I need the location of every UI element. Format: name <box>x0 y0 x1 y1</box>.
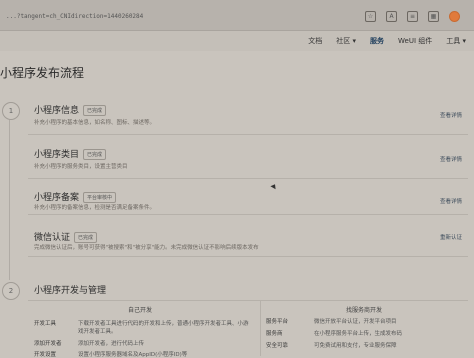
column-divider <box>260 301 261 356</box>
card-title: 微信认证 <box>34 233 71 243</box>
row-label: 开发设置 <box>34 352 57 358</box>
nav-tools[interactable]: 工具 ▾ <box>446 36 466 46</box>
card-desc: 完成微信认证后，账号可获得"被搜索"和"被分享"能力。未完成微信认证不影响后续版… <box>34 245 259 251</box>
star-icon[interactable]: ☆ <box>365 11 376 22</box>
card-title: 小程序类目 <box>34 150 80 160</box>
status-badge: 已完成 <box>83 105 107 116</box>
card-title: 小程序备案 <box>34 193 80 203</box>
card-wechat-verify: 微信认证 已完成 完成微信认证后，账号可获得"被搜索"和"被分享"能力。未完成微信… <box>28 222 468 257</box>
step-number-1: 1 <box>2 102 20 120</box>
row-text: 可免费试用和支付，专业服务保障 <box>314 343 397 349</box>
card-category: 小程序类目 已完成 补充小程序的服务类目，设置主营类目 查看详情 <box>28 140 468 179</box>
top-nav: 文档 社区 ▾ 服务 WeUI 组件 工具 ▾ <box>308 36 466 46</box>
step-number-2: 2 <box>2 282 20 300</box>
status-badge: 平台审核中 <box>83 192 117 203</box>
card-desc: 补充小程序的备案信息，检测是否满足备案条件。 <box>34 205 156 211</box>
nav-community[interactable]: 社区 ▾ <box>336 36 356 46</box>
view-details-link[interactable]: 查看详情 <box>440 155 462 163</box>
row-text: 微信开放平台认证，开发平台项目 <box>314 319 397 325</box>
row-text: 添加开发者，进行代码上传 <box>78 341 145 347</box>
row-label: 开发工具 <box>34 321 57 327</box>
row-label: 服务商 <box>266 331 283 337</box>
re-verify-link[interactable]: 重新认证 <box>440 233 462 241</box>
vendor-develop-heading: 找服务商开发 <box>346 307 383 314</box>
row-text: 设置小程序服务器域名及AppID(小程序ID)等 <box>78 352 188 358</box>
card-desc: 补充小程序的服务类目，设置主营类目 <box>34 164 128 170</box>
card-title: 小程序信息 <box>34 106 80 116</box>
status-badge: 已完成 <box>74 232 98 243</box>
row-label: 服务平台 <box>266 319 289 325</box>
step-connector <box>9 120 10 280</box>
card-miniprogram-info: 小程序信息 已完成 补充小程序的基本信息，如名称、图标、描述等。 查看详情 <box>28 96 468 135</box>
nav-docs[interactable]: 文档 <box>308 36 322 46</box>
page-title: 小程序发布流程 <box>0 66 85 80</box>
row-text: 下载开发者工具进行代码的开发和上传，普通小程序开发者工具、小游戏开发者工具。 <box>78 321 249 335</box>
row-label: 安全可靠 <box>266 343 289 349</box>
self-develop-heading: 自己开发 <box>128 307 153 314</box>
address-bar[interactable]: ...?tangent=ch_CNIdirection=1440260284 <box>6 13 143 20</box>
view-details-link[interactable]: 查看详情 <box>440 197 462 205</box>
row-label: 添加开发者 <box>34 341 62 347</box>
browser-toolbar: ...?tangent=ch_CNIdirection=1440260284 ☆… <box>0 0 474 31</box>
nav-weui[interactable]: WeUI 组件 <box>398 36 432 46</box>
apps-icon[interactable]: ▦ <box>428 11 439 22</box>
view-details-link[interactable]: 查看详情 <box>440 111 462 119</box>
font-icon[interactable]: A <box>386 11 397 22</box>
favorites-icon[interactable]: ≡ <box>407 11 418 22</box>
status-badge: 已完成 <box>83 149 107 160</box>
profile-icon[interactable] <box>449 11 460 22</box>
dev-options-panel: 自己开发 找服务商开发 开发工具 下载开发者工具进行代码的开发和上传，普通小程序… <box>28 300 468 358</box>
nav-services[interactable]: 服务 <box>370 36 384 46</box>
section-title: 小程序开发与管理 <box>34 286 107 296</box>
site-header: 文档 社区 ▾ 服务 WeUI 组件 工具 ▾ <box>0 31 474 51</box>
card-filing: 小程序备案 平台审核中 补充小程序的备案信息，检测是否满足备案条件。 查看详情 <box>28 184 468 215</box>
row-text: 在小程序服务平台上传，生成发布码 <box>314 331 403 337</box>
browser-icons: ☆ A ≡ ▦ <box>365 11 460 22</box>
card-desc: 补充小程序的基本信息，如名称、图标、描述等。 <box>34 120 156 126</box>
